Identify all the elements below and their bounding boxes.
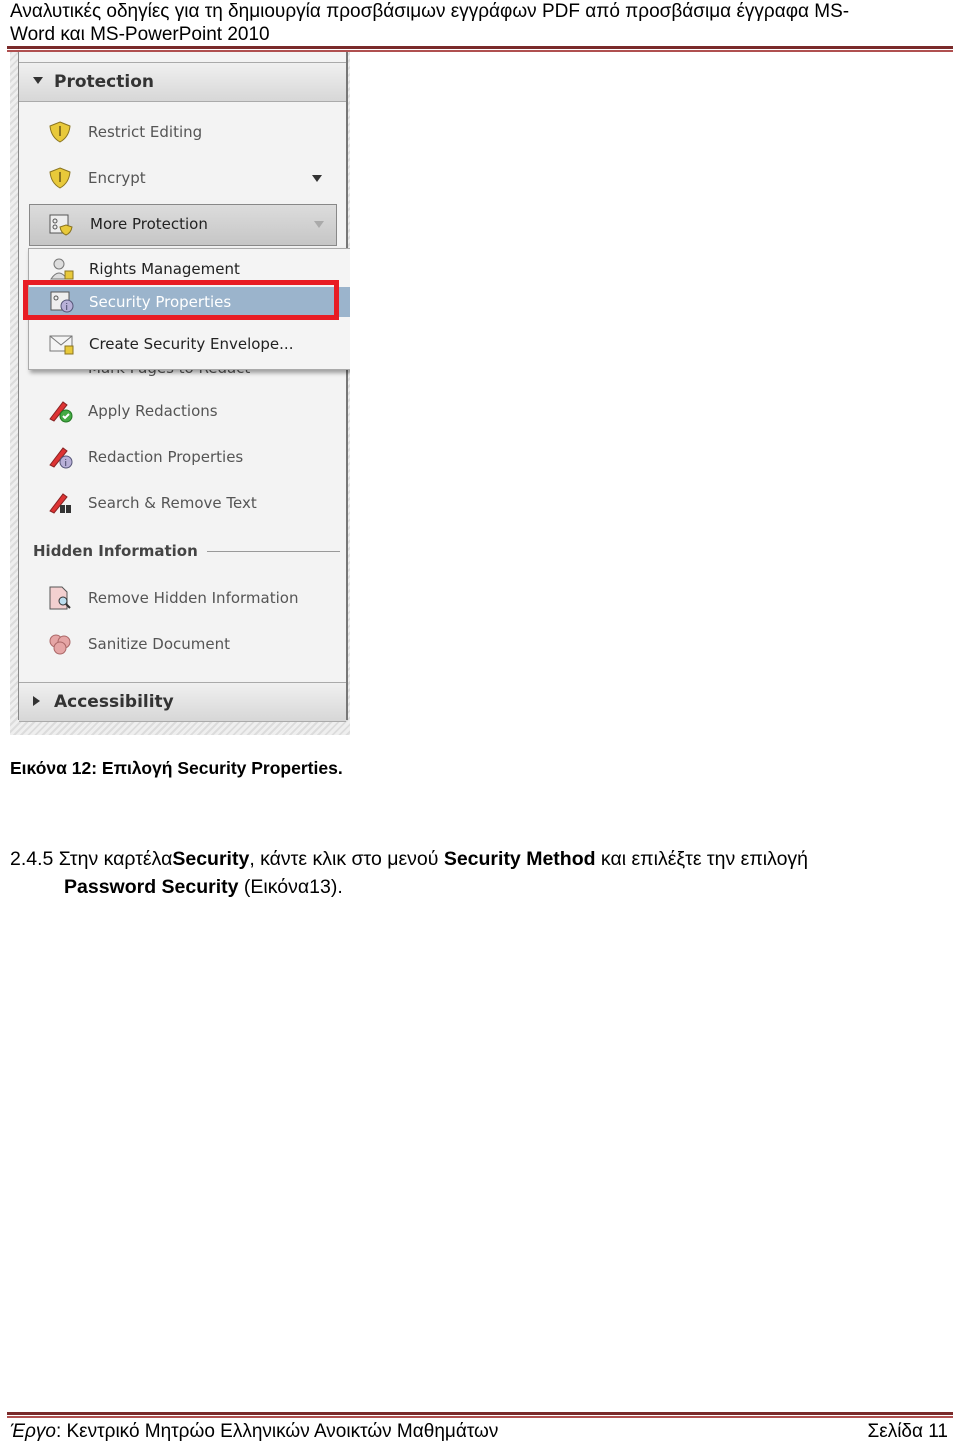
- screenshot-protection-panel: Protection Restrict Editing Encrypt More…: [10, 52, 350, 735]
- indented-line: Password Security (Εικόνα13).: [10, 873, 950, 901]
- menu-item-label: Rights Management: [89, 260, 240, 278]
- section-accessibility[interactable]: Accessibility: [19, 682, 346, 722]
- sanitize-icon: [47, 632, 73, 656]
- expanded-triangle-icon: [33, 77, 43, 84]
- text: , κάντε κλικ στο μενού: [249, 848, 444, 870]
- more-protection-button[interactable]: More Protection: [29, 204, 337, 246]
- footer-rule: [7, 1412, 953, 1415]
- highlight-box: [23, 280, 339, 320]
- document-page: Αναλυτικές οδηγίες για τη δημιουργία προ…: [0, 0, 960, 1446]
- step-paragraph: 2.4.5 Στην καρτέλαSecurity, κάντε κλικ σ…: [10, 845, 950, 901]
- item-label: Encrypt: [88, 169, 146, 187]
- section-protection[interactable]: Protection: [19, 62, 346, 102]
- step-number: 2.4.5: [10, 848, 54, 870]
- pencil-info-icon: i: [47, 445, 73, 469]
- encrypt-item[interactable]: Encrypt: [47, 166, 337, 190]
- shield-icon: [47, 120, 73, 144]
- divider: [207, 551, 340, 552]
- item-label: Remove Hidden Information: [88, 589, 299, 607]
- header-rule: [7, 46, 953, 49]
- bold-text: Password Security: [64, 876, 239, 898]
- page-footer: Έργο: Κεντρικό Μητρώο Ελληνικών Ανοικτών…: [10, 1421, 948, 1443]
- svg-text:i: i: [65, 459, 68, 469]
- section-title: Protection: [54, 72, 154, 92]
- envelope-lock-icon: [49, 332, 75, 356]
- text: και επιλέξτε την επιλογή: [595, 848, 809, 870]
- pencil-binoculars-icon: [47, 491, 73, 515]
- user-lock-icon: [49, 257, 75, 281]
- menu-item-create-security-envelope[interactable]: Create Security Envelope...: [29, 329, 350, 359]
- text: (Εικόνα13).: [238, 876, 343, 898]
- shield-icon: [47, 166, 73, 190]
- header-line-2: Word και MS-PowerPoint 2010: [10, 24, 270, 45]
- page-header: Αναλυτικές οδηγίες για τη δημιουργία προ…: [10, 0, 950, 46]
- hidden-information-heading: Hidden Information: [33, 542, 198, 560]
- bold-text: Security: [172, 848, 250, 870]
- page-number: Σελίδα 11: [867, 1421, 949, 1442]
- collapsed-triangle-icon: [33, 696, 40, 706]
- header-line-1: Αναλυτικές οδηγίες για τη δημιουργία προ…: [10, 1, 850, 22]
- chevron-down-icon[interactable]: [312, 175, 322, 182]
- item-label: Sanitize Document: [88, 635, 231, 653]
- footer-text: : Κεντρικό Μητρώο Ελληνικών Ανοικτών Μαθ…: [55, 1421, 499, 1442]
- pencil-check-icon: [47, 399, 73, 423]
- item-label: Restrict Editing: [88, 123, 203, 141]
- chevron-down-icon: [314, 221, 324, 228]
- footer-label: Έργο: [10, 1421, 56, 1442]
- button-label: More Protection: [90, 215, 208, 233]
- item-label: Redaction Properties: [88, 448, 244, 466]
- text: Στην καρτέλα: [53, 848, 173, 870]
- bold-text: Security Method: [443, 848, 596, 870]
- footer-rule-thin: [7, 1416, 953, 1418]
- tools-panel: Protection Restrict Editing Encrypt More…: [18, 52, 348, 722]
- properties-shield-icon: [48, 213, 74, 241]
- section-title: Accessibility: [54, 692, 174, 712]
- item-label: Apply Redactions: [88, 402, 218, 420]
- document-magnifier-icon: [47, 586, 73, 610]
- item-label: Search & Remove Text: [88, 494, 257, 512]
- menu-item-label: Create Security Envelope...: [89, 335, 294, 353]
- figure-caption: Εικόνα 12: Επιλογή Security Properties.: [10, 758, 343, 778]
